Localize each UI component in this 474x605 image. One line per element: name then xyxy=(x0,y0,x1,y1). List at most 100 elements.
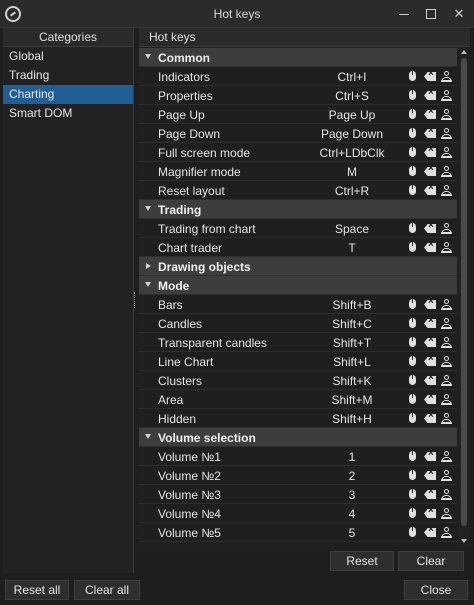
reset-default-icon[interactable] xyxy=(441,527,452,538)
clear-key-icon[interactable] xyxy=(424,91,436,100)
category-item-charting[interactable]: Charting xyxy=(3,85,133,104)
chevron-down-icon[interactable] xyxy=(145,206,151,211)
mouse-icon[interactable] xyxy=(409,489,416,499)
hotkey-shortcut[interactable]: 4 xyxy=(307,507,397,521)
close-window-button[interactable]: ✕ xyxy=(449,4,469,24)
hotkey-row[interactable]: Trading from chart Space xyxy=(139,219,457,238)
mouse-icon[interactable] xyxy=(409,470,416,480)
hotkey-shortcut[interactable]: Shift+M xyxy=(307,393,397,407)
clear-key-icon[interactable] xyxy=(424,167,436,176)
clear-button[interactable]: Clear xyxy=(398,551,464,571)
close-button[interactable]: Close xyxy=(404,580,468,600)
chevron-down-icon[interactable] xyxy=(145,282,151,287)
category-item-trading[interactable]: Trading xyxy=(3,66,133,85)
scrollbar-thumb[interactable] xyxy=(461,58,467,526)
clear-key-icon[interactable] xyxy=(424,376,436,385)
mouse-icon[interactable] xyxy=(409,356,416,366)
group-row[interactable]: Volume selection xyxy=(139,428,457,447)
hotkey-shortcut[interactable]: Shift+B xyxy=(307,298,397,312)
mouse-icon[interactable] xyxy=(409,128,416,138)
hotkey-row[interactable]: Full screen mode Ctrl+LDbClk xyxy=(139,143,457,162)
hotkey-shortcut[interactable]: M xyxy=(307,165,397,179)
reset-default-icon[interactable] xyxy=(441,299,452,310)
hotkey-row[interactable]: Volume №2 2 xyxy=(139,466,457,485)
hotkey-row[interactable]: Volume №3 3 xyxy=(139,485,457,504)
reset-default-icon[interactable] xyxy=(441,242,452,253)
reset-default-icon[interactable] xyxy=(441,223,452,234)
mouse-icon[interactable] xyxy=(409,451,416,461)
clear-key-icon[interactable] xyxy=(424,319,436,328)
mouse-icon[interactable] xyxy=(409,166,416,176)
reset-default-icon[interactable] xyxy=(441,489,452,500)
hotkey-row[interactable]: Volume №1 1 xyxy=(139,447,457,466)
reset-default-icon[interactable] xyxy=(441,356,452,367)
hotkey-row[interactable]: Volume №4 4 xyxy=(139,504,457,523)
category-item-smart-dom[interactable]: Smart DOM xyxy=(3,104,133,123)
hotkey-shortcut[interactable]: Shift+T xyxy=(307,336,397,350)
reset-default-icon[interactable] xyxy=(441,451,452,462)
reset-default-icon[interactable] xyxy=(441,185,452,196)
clear-key-icon[interactable] xyxy=(424,186,436,195)
clear-key-icon[interactable] xyxy=(424,528,436,537)
hotkey-shortcut[interactable]: Shift+H xyxy=(307,412,397,426)
reset-default-icon[interactable] xyxy=(441,413,452,424)
mouse-icon[interactable] xyxy=(409,375,416,385)
hotkey-row[interactable]: Chart trader T xyxy=(139,238,457,257)
clear-key-icon[interactable] xyxy=(424,471,436,480)
hotkey-shortcut[interactable]: 3 xyxy=(307,488,397,502)
reset-default-icon[interactable] xyxy=(441,166,452,177)
chevron-down-icon[interactable] xyxy=(145,54,151,59)
reset-default-icon[interactable] xyxy=(441,71,452,82)
reset-button[interactable]: Reset xyxy=(330,551,394,571)
hotkey-shortcut[interactable]: T xyxy=(307,241,397,255)
clear-key-icon[interactable] xyxy=(424,452,436,461)
reset-default-icon[interactable] xyxy=(441,394,452,405)
mouse-icon[interactable] xyxy=(409,413,416,423)
mouse-icon[interactable] xyxy=(409,299,416,309)
hotkey-shortcut[interactable]: Page Up xyxy=(307,108,397,122)
clear-key-icon[interactable] xyxy=(424,243,436,252)
panel-splitter[interactable] xyxy=(134,292,137,308)
clear-key-icon[interactable] xyxy=(424,338,436,347)
reset-default-icon[interactable] xyxy=(441,337,452,348)
hotkey-shortcut[interactable]: Page Down xyxy=(307,127,397,141)
hotkey-row[interactable]: Indicators Ctrl+I xyxy=(139,67,457,86)
scroll-down-icon[interactable] xyxy=(461,539,467,543)
clear-key-icon[interactable] xyxy=(424,414,436,423)
clear-key-icon[interactable] xyxy=(424,72,436,81)
clear-key-icon[interactable] xyxy=(424,357,436,366)
mouse-icon[interactable] xyxy=(409,109,416,119)
group-row[interactable]: Drawing objects xyxy=(139,257,457,276)
hotkey-shortcut[interactable]: Ctrl+I xyxy=(307,70,397,84)
hotkey-row[interactable]: Reset layout Ctrl+R xyxy=(139,181,457,200)
maximize-button[interactable] xyxy=(421,4,441,24)
category-item-global[interactable]: Global xyxy=(3,47,133,66)
mouse-icon[interactable] xyxy=(409,394,416,404)
reset-default-icon[interactable] xyxy=(441,508,452,519)
mouse-icon[interactable] xyxy=(409,71,416,81)
reset-default-icon[interactable] xyxy=(441,470,452,481)
mouse-icon[interactable] xyxy=(409,223,416,233)
hotkey-shortcut[interactable]: Ctrl+LDbClk xyxy=(307,146,397,160)
hotkey-row[interactable]: Volume №5 5 xyxy=(139,523,457,542)
hotkey-shortcut[interactable]: 2 xyxy=(307,469,397,483)
minimize-button[interactable] xyxy=(394,4,414,24)
reset-all-button[interactable]: Reset all xyxy=(5,580,69,600)
clear-key-icon[interactable] xyxy=(424,110,436,119)
clear-all-button[interactable]: Clear all xyxy=(74,580,140,600)
mouse-icon[interactable] xyxy=(409,242,416,252)
scroll-up-icon[interactable] xyxy=(461,50,467,54)
chevron-right-icon[interactable] xyxy=(146,263,151,269)
chevron-down-icon[interactable] xyxy=(145,434,151,439)
hotkey-row[interactable]: Bars Shift+B xyxy=(139,295,457,314)
hotkey-shortcut[interactable]: Shift+C xyxy=(307,317,397,331)
hotkey-shortcut[interactable]: 5 xyxy=(307,526,397,540)
reset-default-icon[interactable] xyxy=(441,375,452,386)
hotkey-shortcut[interactable]: Shift+L xyxy=(307,355,397,369)
reset-default-icon[interactable] xyxy=(441,147,452,158)
hotkey-row[interactable]: Candles Shift+C xyxy=(139,314,457,333)
mouse-icon[interactable] xyxy=(409,508,416,518)
mouse-icon[interactable] xyxy=(409,337,416,347)
clear-key-icon[interactable] xyxy=(424,129,436,138)
clear-key-icon[interactable] xyxy=(424,490,436,499)
